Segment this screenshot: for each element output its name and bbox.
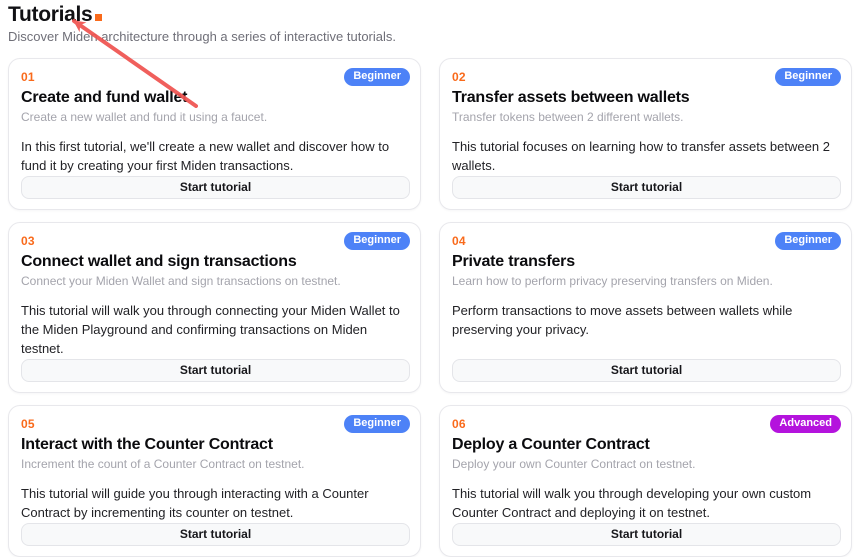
tutorial-card-06: 06 Advanced Deploy a Counter Contract De… [439, 405, 852, 557]
start-tutorial-button[interactable]: Start tutorial [21, 523, 410, 546]
card-title: Private transfers [452, 252, 841, 271]
tutorials-page: Tutorials Discover Miden architecture th… [0, 0, 860, 499]
card-title: Connect wallet and sign transactions [21, 252, 410, 271]
difficulty-badge: Beginner [344, 415, 410, 433]
tutorial-card-04: 04 Beginner Private transfers Learn how … [439, 222, 852, 393]
tutorials-grid: 01 Beginner Create and fund wallet Creat… [8, 58, 852, 557]
page-subtitle: Discover Miden architecture through a se… [8, 29, 852, 46]
card-number: 02 [452, 68, 466, 84]
card-subtitle: Increment the count of a Counter Contrac… [21, 457, 410, 473]
card-title: Interact with the Counter Contract [21, 435, 410, 454]
tutorial-card-03: 03 Beginner Connect wallet and sign tran… [8, 222, 421, 393]
difficulty-badge: Beginner [775, 68, 841, 86]
card-description: In this first tutorial, we'll create a n… [21, 138, 410, 176]
difficulty-badge: Beginner [344, 68, 410, 86]
card-title: Deploy a Counter Contract [452, 435, 841, 454]
card-number: 01 [21, 68, 35, 84]
start-tutorial-button[interactable]: Start tutorial [452, 176, 841, 199]
difficulty-badge: Advanced [770, 415, 841, 433]
page-title: Tutorials [8, 3, 852, 27]
tutorial-card-01: 01 Beginner Create and fund wallet Creat… [8, 58, 421, 210]
page-title-text: Tutorials [8, 3, 92, 26]
card-description: This tutorial will walk you through conn… [21, 302, 410, 359]
card-header: 06 Advanced [452, 415, 841, 433]
card-description: This tutorial focuses on learning how to… [452, 138, 841, 176]
card-header: 04 Beginner [452, 232, 841, 250]
card-number: 05 [21, 415, 35, 431]
card-title: Create and fund wallet [21, 88, 410, 107]
start-tutorial-button[interactable]: Start tutorial [452, 359, 841, 382]
card-subtitle: Connect your Miden Wallet and sign trans… [21, 274, 410, 290]
tutorial-card-02: 02 Beginner Transfer assets between wall… [439, 58, 852, 210]
card-header: 03 Beginner [21, 232, 410, 250]
card-description: Perform transactions to move assets betw… [452, 302, 841, 340]
card-subtitle: Learn how to perform privacy preserving … [452, 274, 841, 290]
card-subtitle: Transfer tokens between 2 different wall… [452, 110, 841, 126]
card-header: 05 Beginner [21, 415, 410, 433]
card-subtitle: Create a new wallet and fund it using a … [21, 110, 410, 126]
card-number: 04 [452, 232, 466, 248]
card-number: 03 [21, 232, 35, 248]
start-tutorial-button[interactable]: Start tutorial [452, 523, 841, 546]
difficulty-badge: Beginner [344, 232, 410, 250]
card-header: 02 Beginner [452, 68, 841, 86]
title-accent-square [95, 14, 102, 21]
difficulty-badge: Beginner [775, 232, 841, 250]
card-description: This tutorial will walk you through deve… [452, 485, 841, 523]
card-number: 06 [452, 415, 466, 431]
start-tutorial-button[interactable]: Start tutorial [21, 176, 410, 199]
tutorial-card-05: 05 Beginner Interact with the Counter Co… [8, 405, 421, 557]
card-title: Transfer assets between wallets [452, 88, 841, 107]
card-subtitle: Deploy your own Counter Contract on test… [452, 457, 841, 473]
start-tutorial-button[interactable]: Start tutorial [21, 359, 410, 382]
card-description: This tutorial will guide you through int… [21, 485, 410, 523]
card-header: 01 Beginner [21, 68, 410, 86]
